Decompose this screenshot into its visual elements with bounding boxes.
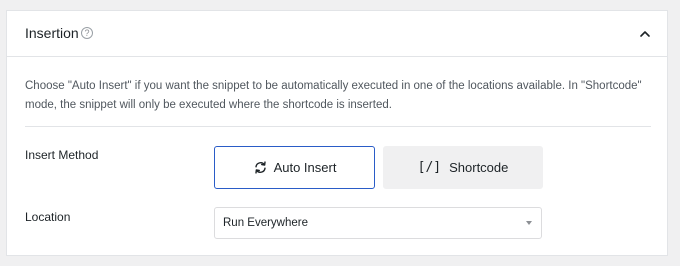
chevron-up-icon[interactable] [637,26,653,42]
refresh-icon [253,160,268,175]
shortcode-button[interactable]: [/] Shortcode [383,146,543,189]
insertion-panel: Insertion ? Choose "Auto Insert" if you … [6,10,668,256]
caret-down-icon [526,221,532,225]
insertion-description: Choose "Auto Insert" if you want the sni… [25,80,642,111]
shortcode-label: Shortcode [449,160,509,175]
divider [25,126,651,127]
location-select[interactable]: Run Everywhere [214,207,542,239]
shortcode-icon: [/] [417,160,442,175]
insert-method-label: Insert Method [25,148,99,162]
panel-header[interactable]: Insertion ? [7,11,667,57]
panel-title: Insertion [25,25,79,41]
location-select-value: Run Everywhere [223,217,309,229]
question-circle-icon[interactable]: ? [81,27,93,39]
location-label: Location [25,210,71,224]
auto-insert-label: Auto Insert [273,160,337,175]
auto-insert-button[interactable]: Auto Insert [214,146,375,189]
